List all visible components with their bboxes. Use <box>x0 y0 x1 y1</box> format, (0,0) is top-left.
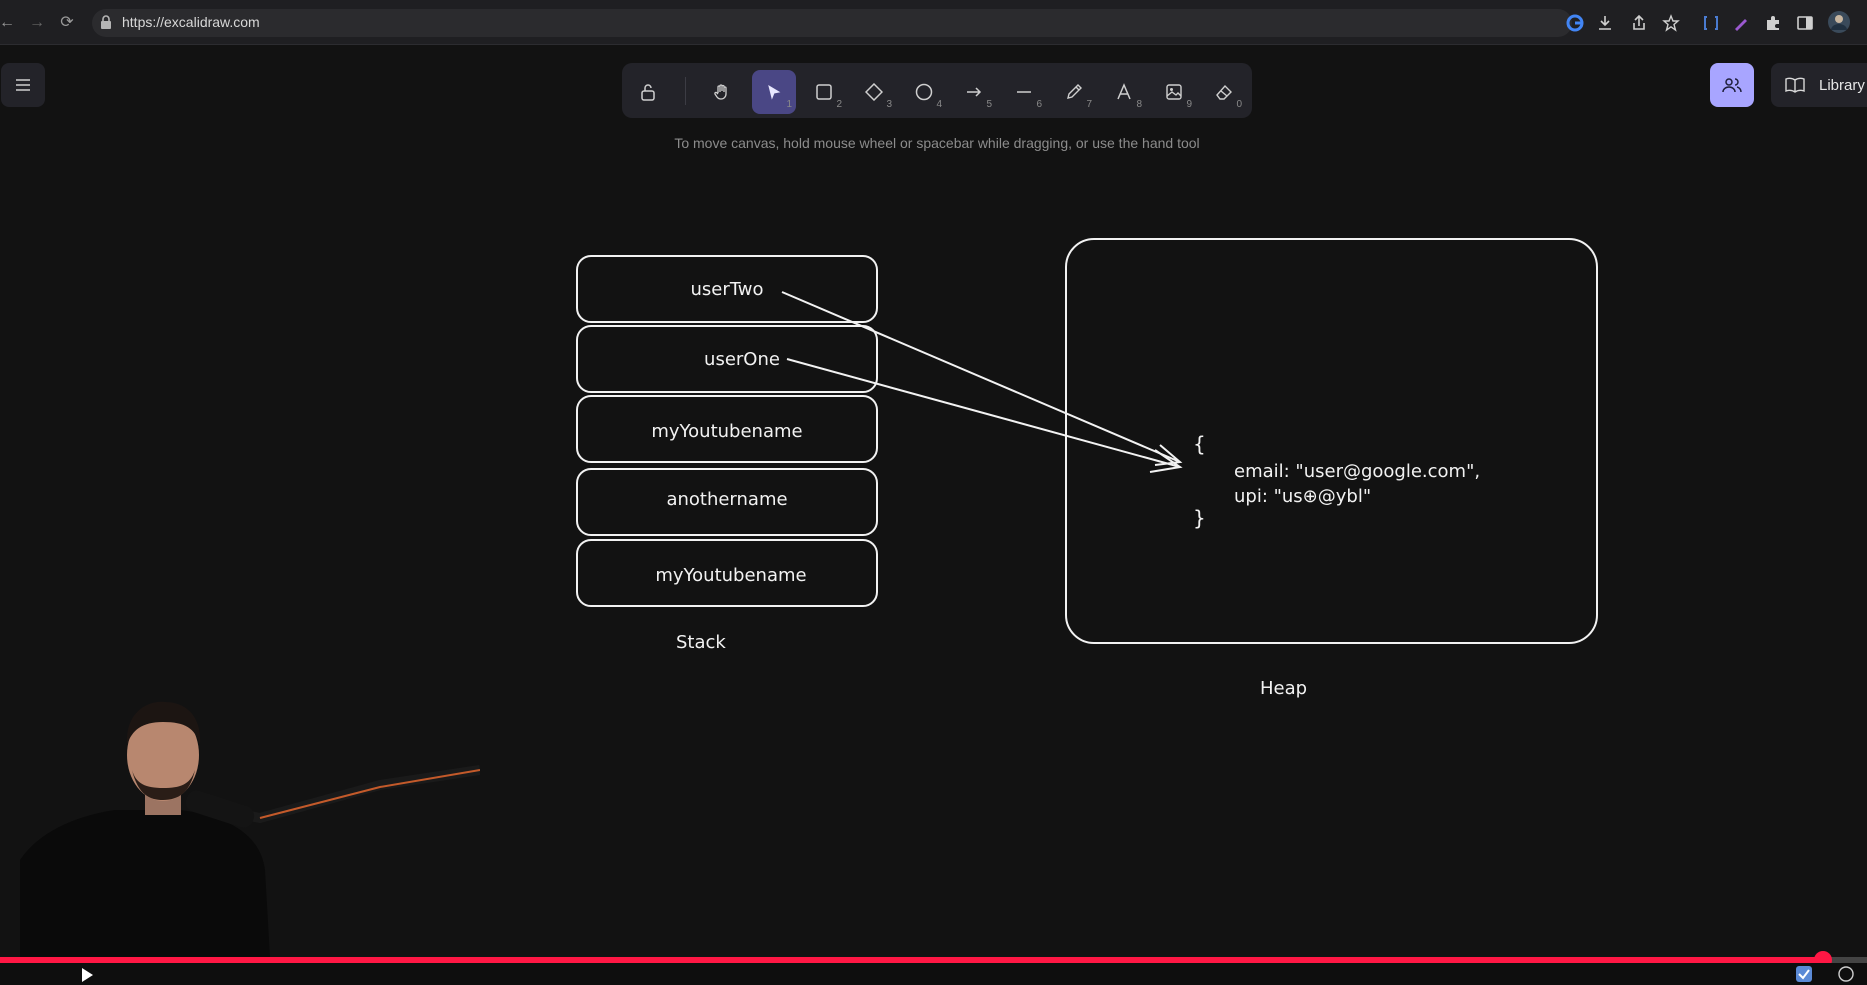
stack-item-label: myYoutubename <box>655 565 807 586</box>
video-controls-bar <box>0 963 1867 985</box>
presenter-webcam-overlay <box>20 701 480 957</box>
stack-item-label: anothername <box>666 489 788 510</box>
stack-item-label: userOne <box>704 349 780 370</box>
stack-label: Stack <box>676 632 726 653</box>
settings-badge-icon[interactable] <box>1795 965 1813 983</box>
stack-item-label: myYoutubename <box>651 421 803 442</box>
heap-object-open-brace: { <box>1193 432 1206 456</box>
heap-object-email: email: "user@google.com", <box>1234 461 1481 482</box>
play-icon[interactable] <box>80 967 94 983</box>
heap-box[interactable] <box>1065 238 1598 644</box>
heap-object-close-brace: } <box>1193 506 1206 530</box>
stack-item-label: userTwo <box>690 279 764 300</box>
heap-object-upi: upi: "us⊕@ybl" <box>1234 486 1372 507</box>
arrow-userone-to-heap[interactable] <box>786 358 1183 473</box>
heap-label: Heap <box>1260 678 1308 699</box>
help-icon[interactable] <box>1838 966 1854 982</box>
